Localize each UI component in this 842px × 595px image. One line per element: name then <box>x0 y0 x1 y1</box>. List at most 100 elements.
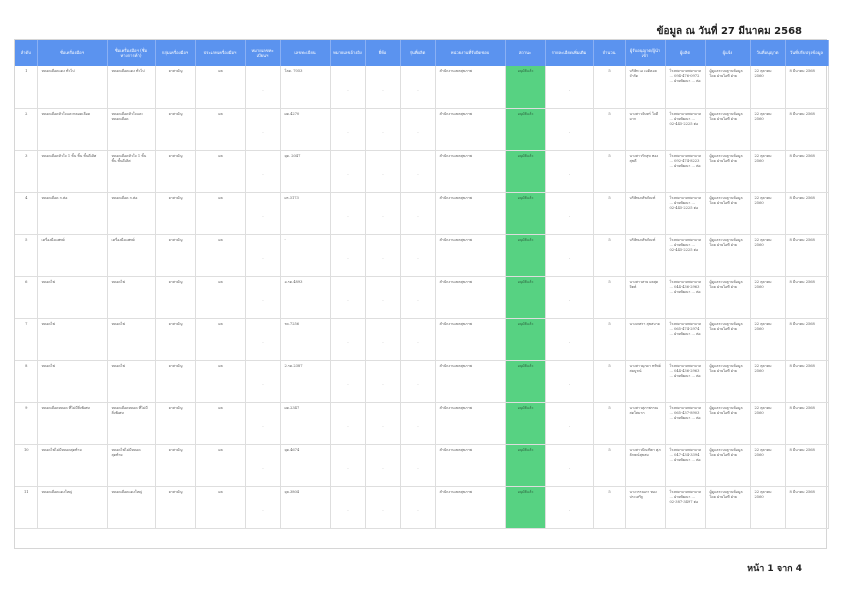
table-row[interactable]: 1 หลอดเลือดแดง ทั่วไป หลอดเลือดแดง ทั่วไปย… <box>15 66 829 109</box>
column-header[interactable]: ประเภทเครื่องมือฯ <box>195 40 246 66</box>
cell-updated-date: 8 มีนาคม 2568 <box>785 486 829 529</box>
cell-trade-name: หลอดเลือดแดง ทั่วไป <box>107 66 156 109</box>
cell-reg-no: - <box>245 318 281 361</box>
cell-importer: นางสาวจันทร์ ใจดีมาก <box>625 108 666 151</box>
cell-updated-date: 8 มีนาคม 2568 <box>785 402 829 445</box>
cell-status: อนุมัติแล้ว <box>505 66 546 109</box>
cell-number: 2 <box>15 108 38 151</box>
cell-agency: สำนักงานเขตสุขภาพ <box>435 150 506 193</box>
cell-number: 5 <box>15 234 38 277</box>
column-header[interactable]: วันที่ปรับปรุงข้อมูล <box>785 40 829 66</box>
page-number-footer: หน้า 1 จาก 4 <box>747 564 802 574</box>
cell-device-name: หลอดไฟ <box>37 318 108 361</box>
cell-trade-name: หลอดไฟ <box>107 318 156 361</box>
column-header[interactable]: หมายเลขทะเบียนฯ <box>245 40 281 66</box>
cell-agency: สำนักงานเขตสุขภาพ <box>435 192 506 235</box>
cell-trade-name: หลอดไฟ <box>107 360 156 403</box>
column-header[interactable]: กลุ่มเครื่องมือฯ <box>155 40 196 66</box>
cell-importer: นางสาวปัณฑิตา ศุภลักษณ์สุขสม <box>625 444 666 487</box>
cell-group: ยาสามัญ <box>155 276 196 319</box>
cell-type: ผล <box>195 360 246 403</box>
cell-ref-no: - <box>330 486 366 529</box>
column-header[interactable]: ผู้รับอนุญาต/ผู้นำเข้า <box>625 40 666 66</box>
cell-agency: สำนักงานเขตสุขภาพ <box>435 318 506 361</box>
cell-type: ผล <box>195 318 246 361</box>
cell-importer: นางเกศรา สุขสบาย <box>625 318 666 361</box>
column-header[interactable]: ชื่อเครื่องมือฯ (ชื่อทางการค้า) <box>107 40 156 66</box>
table-row[interactable]: 3 หลอดเลือดหัวใจ 1 ชั้น ชิ้น ชั้นดีเลิศ หล… <box>15 150 829 193</box>
table-row[interactable]: 6 หลอดไฟ หลอดไฟ ยาสามัญ ผล - อ.รด.4893- - - สำนัก… <box>15 276 829 319</box>
cell-device-name: หลอดไฟไม่มีหลอดสุดท้าย <box>37 444 108 487</box>
cell-group: ยาสามัญ <box>155 66 196 109</box>
cell-registration: อ.รด.4893 <box>280 276 331 319</box>
cell-type: ผล <box>195 192 246 235</box>
cell-detail: - <box>545 234 594 277</box>
table-row[interactable]: 7 หลอดไฟ หลอดไฟ ยาสามัญ ผล - รด.7256- - - สำนักงา… <box>15 318 829 361</box>
cell-detail: - <box>545 402 594 445</box>
cell-quantity: 5 <box>593 108 626 151</box>
cell-brand: - <box>365 108 401 151</box>
table-row[interactable]: 4 หลอดเลือด ก.ต่อ หลอดเลือด ก.ต่อ ยาสามัญ ผล… <box>15 192 829 235</box>
cell-status: อนุมัติแล้ว <box>505 108 546 151</box>
cell-detail: - <box>545 360 594 403</box>
cell-updated-date: 8 มีนาคม 2568 <box>785 444 829 487</box>
cell-detail: - <box>545 318 594 361</box>
cell-notifier: ผู้ดูแลระบบฐานข้อมูล โดย ฝ่ายไอที ฝ่าย <box>705 360 751 403</box>
cell-importer: นางวรรณภา ทองประเสริฐ <box>625 486 666 529</box>
cell-notifier: ผู้ดูแลระบบฐานข้อมูล โดย ฝ่ายไอที ฝ่าย <box>705 192 751 235</box>
cell-maker: โรงพยาบาลพยาบาล ... 044-436-2963 ... ฝ่า… <box>665 276 706 319</box>
cell-model: - <box>400 150 436 193</box>
table-row[interactable]: 8 หลอดไฟ หลอดไฟ ยาสามัญ ผล -2.รด.2387- - - สำนัก… <box>15 360 829 403</box>
cell-quantity: 5 <box>593 234 626 277</box>
column-header[interactable]: สถานะ <box>505 40 546 66</box>
cell-maker: โรงพยาบาลพยาบาล ... 047-434-3394 ... ฝ่า… <box>665 444 706 487</box>
column-header[interactable]: เลขทะเบียน <box>280 40 331 66</box>
cell-agency: สำนักงานเขตสุขภาพ <box>435 402 506 445</box>
cell-detail: - <box>545 276 594 319</box>
cell-agency: สำนักงานเขตสุขภาพ <box>435 486 506 529</box>
cell-approved-date: 22 ตุลาคม 2560 <box>750 66 786 109</box>
cell-type: ผล <box>195 402 246 445</box>
cell-ref-no: - <box>330 276 366 319</box>
cell-brand: - <box>365 402 401 445</box>
cell-status: อนุมัติแล้ว <box>505 192 546 235</box>
column-header[interactable]: รายละเอียดเพิ่มเติม <box>545 40 594 66</box>
table-row[interactable]: 11 หลอดเลือดแดงใหญ่ หลอดเลือดแดงใหญ่ ยาสามั… <box>15 486 829 529</box>
table-row[interactable]: 5 เครื่องมือแพทย์ เครื่องมือแพทย์ ยาสามัญ ผล… <box>15 234 829 277</box>
cell-trade-name: หลอดไฟ <box>107 276 156 319</box>
cell-model: - <box>400 108 436 151</box>
column-header[interactable]: จำนวน <box>593 40 626 66</box>
table-row[interactable]: 2 หลอดเลือดหัวใจและหลอดเลือด หลอดเลือดหัวใ… <box>15 108 829 151</box>
cell-ref-no: - <box>330 402 366 445</box>
cell-ref-no: - <box>330 234 366 277</box>
cell-approved-date: 22 ตุลาคม 2560 <box>750 192 786 235</box>
cell-ref-no: - <box>330 108 366 151</box>
cell-reg-no: - <box>245 402 281 445</box>
table-row[interactable]: 9 หลอดเลือดหลอด ที่ไม่มีสิ่งพิเศษ หลอดเลือ… <box>15 402 829 445</box>
column-header[interactable]: ชื่อเครื่องมือฯ <box>37 40 108 66</box>
column-header[interactable]: ยี่ห้อ <box>365 40 401 66</box>
cell-status: อนุมัติแล้ว <box>505 276 546 319</box>
cell-type: ผล <box>195 108 246 151</box>
cell-trade-name: เครื่องมือแพทย์ <box>107 234 156 277</box>
column-header[interactable]: หน่วยงานที่รับผิดชอบ <box>435 40 506 66</box>
cell-approved-date: 22 ตุลาคม 2560 <box>750 108 786 151</box>
cell-detail: - <box>545 66 594 109</box>
cell-importer: นางสาวสาย ผลสุดจิตต์ <box>625 276 666 319</box>
column-header[interactable]: ลำดับ <box>15 40 38 66</box>
cell-status: อนุมัติแล้ว <box>505 234 546 277</box>
table-row[interactable]: 10 หลอดไฟไม่มีหลอดสุดท้าย หลอดไฟไม่มีหลอดส… <box>15 444 829 487</box>
cell-notifier: ผู้ดูแลระบบฐานข้อมูล โดย ฝ่ายไอที ฝ่าย <box>705 318 751 361</box>
cell-reg-no: - <box>245 108 281 151</box>
column-header[interactable]: ผู้ผลิต <box>665 40 706 66</box>
cell-registration: 2.รด.2387 <box>280 360 331 403</box>
cell-notifier: ผู้ดูแลระบบฐานข้อมูล โดย ฝ่ายไอที ฝ่าย <box>705 150 751 193</box>
cell-maker: โรงพยาบาลพยาบาล ... 094-476-0972 ... ฝ่า… <box>665 66 706 109</box>
cell-importer: บริษัท เอ เมดิคอล จำกัด <box>625 66 666 109</box>
column-header[interactable]: รุ่นที่ผลิต <box>400 40 436 66</box>
column-header[interactable]: วันที่อนุญาต <box>750 40 786 66</box>
column-header[interactable]: หมายเลขอ้างอิง <box>330 40 366 66</box>
cell-group: ยาสามัญ <box>155 444 196 487</box>
cell-reg-no: - <box>245 360 281 403</box>
column-header[interactable]: ผู้แจ้ง <box>705 40 751 66</box>
